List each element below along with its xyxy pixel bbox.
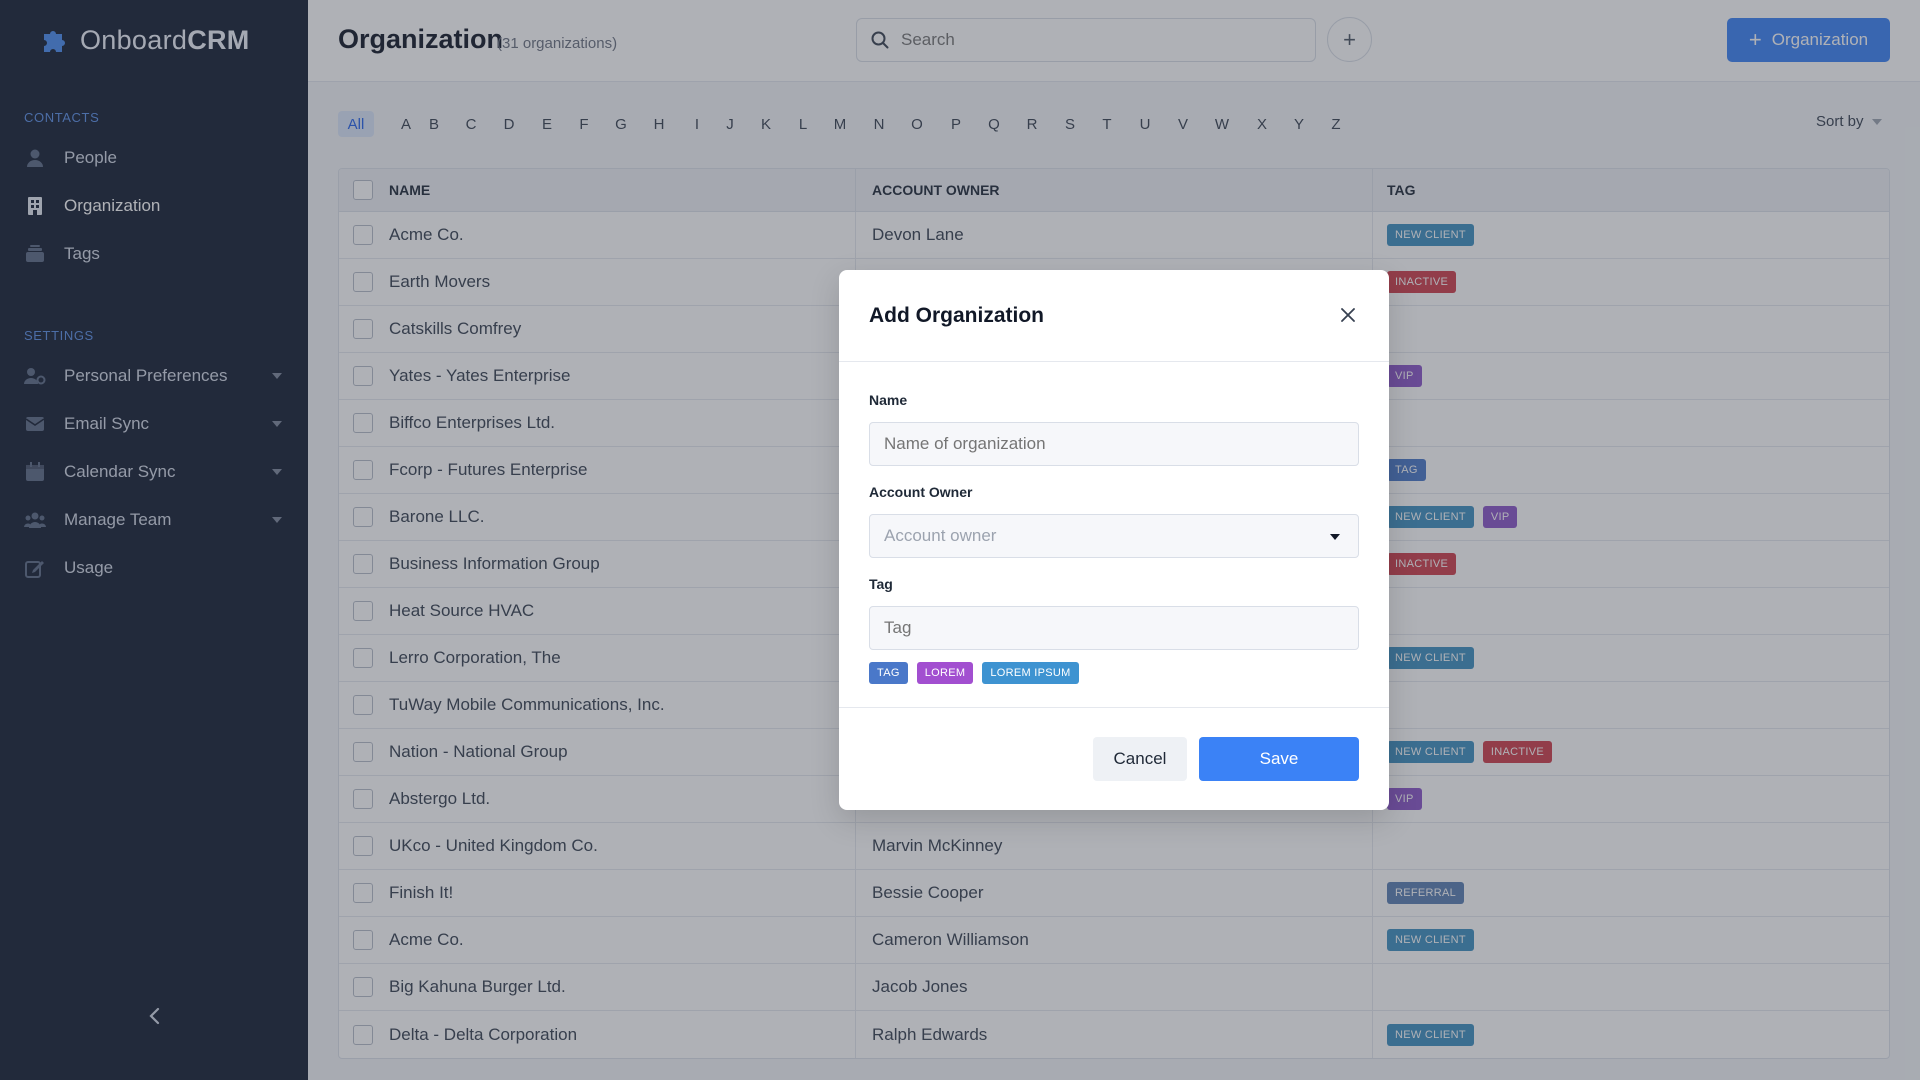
account-owner-label: Account Owner xyxy=(869,484,973,500)
tag-option-lorem[interactable]: LOREM xyxy=(916,662,974,684)
modal-title: Add Organization xyxy=(869,304,1044,327)
account-owner-select[interactable]: Account owner xyxy=(869,514,1359,558)
modal-footer: Cancel Save xyxy=(839,708,1389,808)
tag-input[interactable] xyxy=(869,606,1359,650)
modal-header: Add Organization xyxy=(839,270,1389,362)
cancel-button[interactable]: Cancel xyxy=(1093,737,1187,781)
close-icon xyxy=(1341,308,1355,322)
tag-label: Tag xyxy=(869,576,893,592)
tag-suggestions: TAG LOREM LOREM IPSUM xyxy=(869,662,1359,684)
modal-body: Name Account Owner Account owner Tag TAG… xyxy=(839,362,1389,708)
add-organization-modal: Add Organization Name Account Owner Acco… xyxy=(839,270,1389,810)
caret-down-icon xyxy=(1330,534,1340,540)
organization-name-input[interactable] xyxy=(869,422,1359,466)
tag-option-tag[interactable]: TAG xyxy=(869,662,908,684)
close-button[interactable] xyxy=(1337,304,1359,326)
name-label: Name xyxy=(869,392,908,408)
save-button[interactable]: Save xyxy=(1199,737,1359,781)
tag-option-lorem-ipsum[interactable]: LOREM IPSUM xyxy=(982,662,1079,684)
app: OnboardCRM CONTACTS People Organization Ta… xyxy=(0,0,1920,1080)
